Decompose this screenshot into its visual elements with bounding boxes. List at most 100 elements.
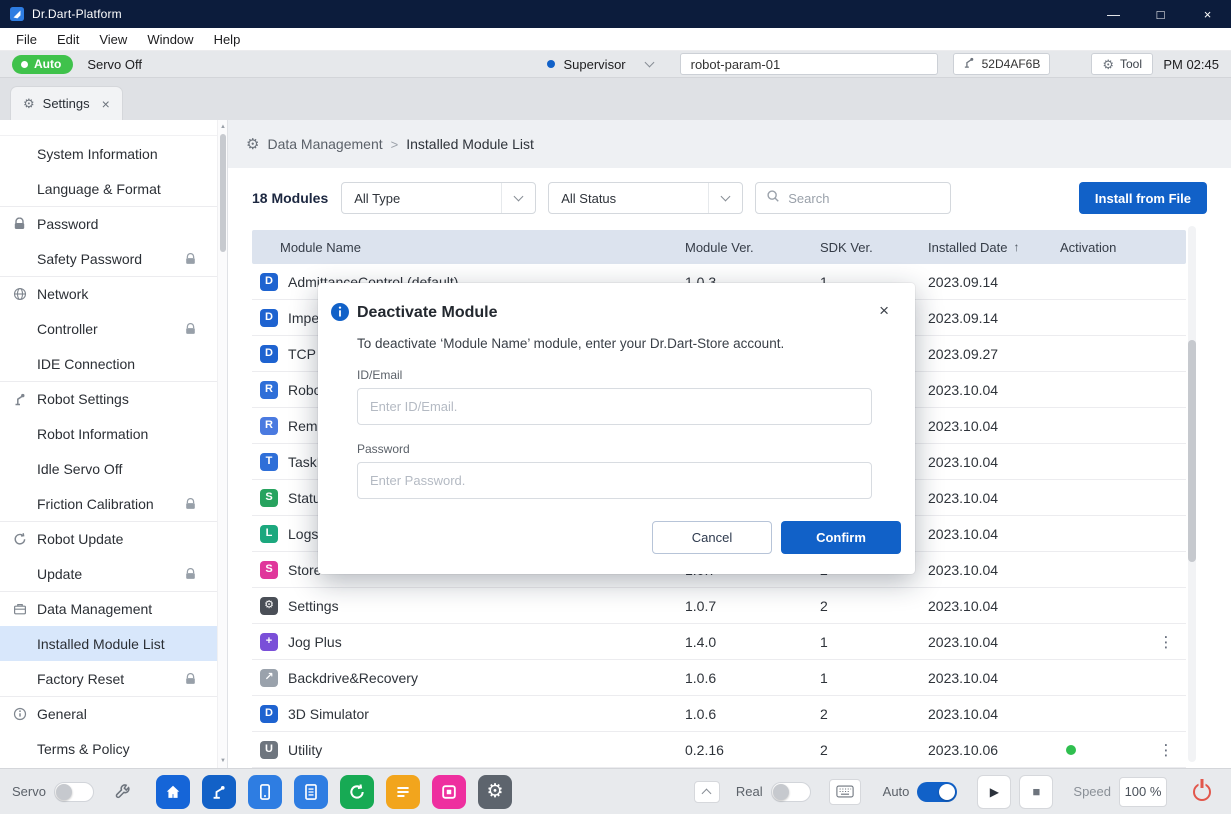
sidebar-item[interactable]: Factory Reset [0, 661, 227, 696]
dock-app-settings-gear[interactable]: ⚙ [478, 775, 512, 809]
module-icon: R [260, 381, 278, 399]
dialog-close-icon[interactable]: × [873, 299, 895, 323]
row-menu-button[interactable] [1146, 741, 1186, 759]
sidebar-item[interactable]: Update [0, 556, 227, 591]
header-installed-date[interactable]: Installed Date ↑ [928, 240, 1060, 255]
scrollbar-thumb[interactable] [220, 134, 226, 252]
servo-toggle[interactable] [54, 782, 94, 802]
row-menu-button[interactable] [1146, 633, 1186, 651]
cancel-button[interactable]: Cancel [652, 521, 772, 554]
breadcrumb-section[interactable]: Data Management [267, 136, 382, 152]
play-button[interactable] [977, 775, 1011, 809]
module-version: 1.0.6 [685, 706, 820, 722]
search-icon [766, 189, 780, 208]
play-icon [990, 785, 999, 799]
sidebar-item[interactable]: Friction Calibration [0, 486, 227, 521]
collapse-dock-button[interactable] [694, 781, 720, 803]
power-button[interactable] [1185, 775, 1219, 809]
tool-button[interactable]: Tool [1091, 53, 1153, 75]
menu-item[interactable]: File [6, 32, 47, 47]
sidebar-item[interactable]: Installed Module List [0, 626, 227, 661]
menu-item[interactable]: Help [204, 32, 251, 47]
status-filter-select[interactable]: All Status [548, 182, 743, 214]
header-sdk-version[interactable]: SDK Ver. [820, 240, 928, 255]
role-selector[interactable]: Supervisor [547, 57, 652, 72]
scroll-down-icon[interactable] [218, 756, 228, 766]
sidebar-item[interactable]: Data Management [0, 591, 227, 626]
sidebar-item[interactable]: Robot Update [0, 521, 227, 556]
chevron-down-icon [644, 57, 654, 67]
sidebar-item[interactable]: Idle Servo Off [0, 451, 227, 486]
close-button[interactable]: × [1184, 0, 1231, 28]
minimize-button[interactable]: — [1090, 0, 1137, 28]
tab-settings[interactable]: Settings × [10, 86, 123, 120]
sidebar-item[interactable]: Language & Format [0, 171, 227, 206]
stop-button[interactable] [1019, 775, 1053, 809]
dock-app-cycle[interactable] [340, 775, 374, 809]
confirm-button[interactable]: Confirm [781, 521, 901, 554]
menu-item[interactable]: View [89, 32, 137, 47]
dock-app-home[interactable] [156, 775, 190, 809]
controller-id-button[interactable]: 52D4AF6B [953, 53, 1051, 75]
tab-close-icon[interactable]: × [102, 96, 110, 112]
sdk-version: 1 [820, 670, 928, 686]
sidebar-item[interactable]: Safety Password [0, 241, 227, 276]
maximize-button[interactable]: □ [1137, 0, 1184, 28]
sdk-version: 1 [820, 634, 928, 650]
lock-icon [185, 253, 196, 265]
table-row[interactable]: U Utility 0.2.16 2 2023.10.06 [252, 732, 1186, 768]
speed-value[interactable]: 100 % [1119, 777, 1167, 807]
sidebar-item[interactable]: Robot Settings [0, 381, 227, 416]
sidebar-item[interactable]: Password [0, 206, 227, 241]
sidebar-item[interactable]: Terms & Policy [0, 731, 227, 766]
wrench-icon[interactable] [114, 783, 132, 801]
sidebar-section-icon [13, 602, 27, 616]
header-module-name[interactable]: Module Name [252, 240, 685, 255]
scrollbar-thumb[interactable] [1188, 340, 1196, 562]
window-title: Dr.Dart-Platform [32, 7, 122, 21]
robot-param-input[interactable] [680, 53, 938, 75]
virtual-keyboard-button[interactable] [829, 779, 861, 805]
speed-label: Speed [1073, 784, 1111, 799]
module-icon: ⚙ [260, 597, 278, 615]
sidebar-item[interactable]: Network [0, 276, 227, 311]
sidebar-item[interactable]: IDE Connection [0, 346, 227, 381]
type-filter-select[interactable]: All Type [341, 182, 536, 214]
sidebar-item[interactable]: Robot Information [0, 416, 227, 451]
dock-app-document[interactable] [294, 775, 328, 809]
menu-item[interactable]: Edit [47, 32, 89, 47]
search-input[interactable] [788, 191, 928, 206]
install-from-file-button[interactable]: Install from File [1079, 182, 1207, 214]
mode-dot-icon [21, 61, 28, 68]
dock-app-task-list[interactable] [386, 775, 420, 809]
sidebar-item[interactable]: General [0, 696, 227, 731]
sidebar-scrollbar[interactable] [217, 120, 227, 768]
real-toggle[interactable] [771, 782, 811, 802]
scroll-up-icon[interactable] [218, 122, 228, 132]
password-input[interactable] [357, 462, 872, 499]
mode-badge[interactable]: Auto [12, 55, 73, 74]
lock-icon [185, 498, 196, 510]
auto-toggle[interactable] [917, 782, 957, 802]
header-module-version[interactable]: Module Ver. [685, 240, 820, 255]
chevron-down-icon [708, 183, 742, 213]
table-row[interactable]: ↗ Backdrive&Recovery 1.0.6 1 2023.10.04 [252, 660, 1186, 696]
table-row[interactable]: + Jog Plus 1.4.0 1 2023.10.04 [252, 624, 1186, 660]
table-row[interactable]: ⚙ Settings 1.0.7 2 2023.10.04 [252, 588, 1186, 624]
dock-app-module-store[interactable] [432, 775, 466, 809]
search-box[interactable] [755, 182, 951, 214]
module-icon: ↗ [260, 669, 278, 687]
id-email-input[interactable] [357, 388, 872, 425]
sidebar-section-icon [13, 287, 27, 301]
menu-item[interactable]: Window [137, 32, 203, 47]
sidebar-item[interactable]: Controller [0, 311, 227, 346]
chevron-up-icon [702, 788, 712, 798]
header-activation[interactable]: Activation [1060, 240, 1146, 255]
installed-date: 2023.10.04 [928, 454, 1060, 470]
dock-app-teach-pendant[interactable] [248, 775, 282, 809]
sidebar-item[interactable]: System Information [0, 136, 227, 171]
installed-date: 2023.10.04 [928, 670, 1060, 686]
dock-app-robot-arm[interactable] [202, 775, 236, 809]
table-row[interactable]: D 3D Simulator 1.0.6 2 2023.10.04 [252, 696, 1186, 732]
table-scrollbar[interactable] [1188, 226, 1196, 762]
